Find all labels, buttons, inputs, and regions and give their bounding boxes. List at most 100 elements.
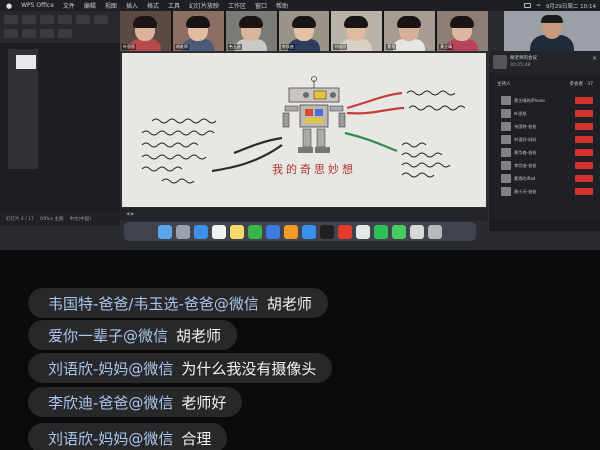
participant-avatar — [501, 148, 511, 157]
participant-row[interactable]: 黄华森-爸爸 — [489, 146, 600, 159]
menu-item-view[interactable]: 视图 — [105, 1, 117, 10]
participant-video-tile[interactable]: 刘语欣 — [331, 11, 383, 51]
participant-action-button[interactable] — [575, 188, 593, 195]
menu-item-format[interactable]: 格式 — [147, 1, 159, 10]
photos-icon[interactable] — [356, 224, 370, 239]
participant-row[interactable]: 蒙恩的iPad — [489, 172, 600, 185]
safari-icon[interactable] — [194, 224, 208, 239]
participant-name: 叶思彤 — [514, 110, 527, 116]
mindmap-drawing — [141, 76, 466, 184]
participant-action-button[interactable] — [575, 149, 593, 156]
menu-item-tools[interactable]: 工具 — [168, 1, 180, 10]
menu-clock[interactable]: 9月29日周二 10:14 — [546, 2, 596, 10]
participant-row[interactable]: 刘语欣-妈妈 — [489, 133, 600, 146]
menu-item-edit[interactable]: 编辑 — [84, 1, 96, 10]
meeting-toolbar: ◀ ▶ — [120, 208, 488, 221]
wps-status-bar: 幻灯片 4 / 17 Office 主题 中文(中国) — [0, 212, 120, 226]
teacher-hair — [541, 15, 563, 23]
wifi-icon[interactable]: ≈ — [536, 3, 541, 9]
participant-video-tile[interactable]: 黄芷晴 — [437, 11, 489, 51]
numbers-icon[interactable] — [248, 224, 262, 239]
participant-video-tile[interactable]: 李欣迪 — [278, 11, 330, 51]
menu-item-slideshow[interactable]: 幻灯片放映 — [189, 1, 219, 10]
panel-footer — [489, 219, 600, 231]
participant-name: 刘语欣-妈妈 — [514, 136, 537, 142]
qq-icon[interactable] — [320, 224, 334, 239]
video-gallery: 叶思彤 胡老师 韦玉选 李欣迪 刘语欣 蒙恩 黄芷晴 — [120, 11, 489, 51]
messages-icon[interactable] — [392, 224, 406, 239]
toolbar-button[interactable] — [22, 15, 36, 24]
participant-name: 叶思彤 — [122, 44, 136, 50]
toolbar-button[interactable] — [94, 15, 108, 24]
appstore-icon[interactable] — [302, 224, 316, 239]
participant-video-tile[interactable]: 叶思彤 — [120, 11, 171, 51]
close-icon[interactable]: × — [592, 55, 597, 62]
preview-icon[interactable] — [410, 224, 424, 239]
menu-item-workspace[interactable]: 工作区 — [228, 1, 246, 10]
participant-row[interactable]: 李欣迪-爸爸 — [489, 159, 600, 172]
participant-avatar — [501, 174, 511, 183]
participant-video-tile[interactable]: 韦玉选 — [225, 11, 277, 51]
status-theme: Office 主题 — [39, 217, 64, 222]
apple-icon[interactable]: ● — [6, 2, 12, 10]
participant-video-tile[interactable]: 蒙恩 — [384, 11, 436, 51]
participant-hair — [450, 16, 475, 28]
launchpad-icon[interactable] — [176, 224, 190, 239]
participant-action-button[interactable] — [575, 97, 593, 104]
comment-user: 刘语欣-妈妈@微信 — [48, 429, 174, 448]
finder-icon[interactable] — [158, 224, 172, 239]
comment-bubble: 韦国特-爸爸/韦玉选-爸爸@微信 胡老师 — [28, 288, 328, 318]
tab-host[interactable]: 主持人 — [497, 81, 511, 91]
menu-item-file[interactable]: 文件 — [63, 1, 75, 10]
battery-icon[interactable] — [524, 3, 532, 8]
participant-name: 韦国特-爸爸 — [514, 123, 537, 129]
wps-icon[interactable] — [338, 224, 352, 239]
notes-icon[interactable] — [230, 224, 244, 239]
menu-item-insert[interactable]: 插入 — [126, 1, 138, 10]
toolbar-button[interactable] — [4, 15, 18, 24]
participant-name: 刘语欣 — [333, 44, 348, 50]
toolbar-button[interactable] — [58, 15, 72, 24]
participant-row[interactable]: 叶思彤 — [489, 107, 600, 120]
menu-item-window[interactable]: 窗口 — [255, 1, 267, 10]
status-language: 中文(中国) — [69, 217, 91, 222]
participant-name: 胡老师 — [174, 44, 189, 50]
pages-icon[interactable] — [284, 224, 298, 239]
participant-hair — [238, 16, 263, 28]
toolbar-button[interactable] — [40, 15, 54, 24]
participant-avatar — [501, 187, 511, 196]
participant-name: 谢小天-爸爸 — [514, 188, 537, 194]
toolbar-button[interactable] — [40, 29, 54, 38]
tab-participants[interactable]: 参会者 · 37 — [569, 81, 593, 91]
comment-text: 为什么我没有摄像头 — [181, 359, 317, 378]
participant-action-button[interactable] — [575, 110, 593, 117]
comment-user: 李欣迪-爸爸@微信 — [48, 393, 174, 412]
participant-row[interactable]: 谢小天-爸爸 — [489, 185, 600, 198]
participant-action-button[interactable] — [575, 162, 593, 169]
participant-action-button[interactable] — [575, 136, 593, 143]
toolbar-button[interactable] — [58, 29, 72, 38]
toolbar-button[interactable] — [76, 15, 90, 24]
teacher-video-tile[interactable] — [504, 11, 600, 51]
participant-row[interactable]: 黄芷晴的iPhone — [489, 94, 600, 107]
toolbar-button[interactable] — [22, 29, 36, 38]
comment-bubble: 李欣迪-爸爸@微信 老师好 — [28, 387, 243, 417]
toolbar-button[interactable] — [4, 29, 18, 38]
participants-panel: 胡老师的会议 30:25:48 × 主持人 参会者 · 37 黄芷晴的iPhon… — [488, 51, 600, 231]
menu-item-help[interactable]: 帮助 — [276, 1, 288, 10]
participant-name: 蒙恩 — [386, 44, 397, 50]
trash-icon[interactable] — [428, 224, 442, 239]
participant-video-tile[interactable]: 胡老师 — [172, 11, 224, 51]
slide-thumbnail[interactable] — [16, 55, 36, 69]
calendar-icon[interactable] — [212, 224, 226, 239]
participant-hair — [344, 16, 369, 28]
participant-action-button[interactable] — [575, 123, 593, 130]
participant-avatar — [501, 96, 511, 105]
wechat-icon[interactable] — [374, 224, 388, 239]
participant-action-button[interactable] — [575, 175, 593, 182]
keynote-icon[interactable] — [266, 224, 280, 239]
participant-hair — [397, 16, 422, 28]
menu-app-name[interactable]: WPS Office — [21, 2, 54, 9]
participant-row[interactable]: 韦国特-爸爸 — [489, 120, 600, 133]
shared-screen: 我的奇思妙想 ◀ ▶ — [120, 51, 488, 221]
